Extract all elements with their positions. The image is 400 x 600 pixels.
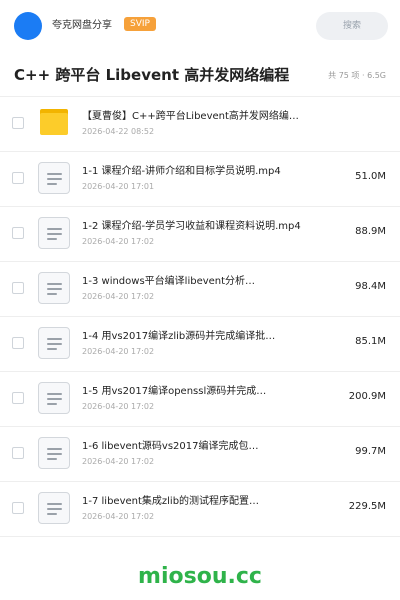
file-row[interactable]: 1-5 用vs2017编译openssl源码并完成… 2026-04-20 17:… <box>0 372 400 427</box>
file-date: 2026-04-20 17:02 <box>82 457 155 466</box>
title-row: C++ 跨平台 Libevent 高并发网络编程 共 75 项 · 6.5G <box>0 52 400 97</box>
file-name[interactable]: 1-3 windows平台编译libevent分析… <box>82 275 322 289</box>
select-checkbox[interactable] <box>12 117 24 129</box>
file-date: 2026-04-22 08:52 <box>82 127 155 136</box>
file-date: 2026-04-20 17:02 <box>82 512 155 521</box>
select-checkbox[interactable] <box>12 502 24 514</box>
file-list: 【夏曹俊】C++跨平台Libevent高并发网络编… 2026-04-22 08:… <box>0 97 400 537</box>
file-size: 85.1M <box>355 336 386 347</box>
file-size: 98.4M <box>355 281 386 292</box>
select-checkbox[interactable] <box>12 337 24 349</box>
document-icon <box>38 272 70 304</box>
item-count-size: 共 75 项 · 6.5G <box>328 71 386 80</box>
file-date: 2026-04-20 17:02 <box>82 292 155 301</box>
file-name[interactable]: 1-7 libevent集成zlib的测试程序配置… <box>82 495 322 509</box>
file-row[interactable]: 1-1 课程介绍-讲师介绍和目标学员说明.mp4 2026-04-20 17:01… <box>0 152 400 207</box>
document-icon <box>38 382 70 414</box>
folder-row[interactable]: 【夏曹俊】C++跨平台Libevent高并发网络编… 2026-04-22 08:… <box>0 97 400 152</box>
document-icon <box>38 327 70 359</box>
file-date: 2026-04-20 17:01 <box>82 182 155 191</box>
file-size: 99.7M <box>355 446 386 457</box>
file-name[interactable]: 1-2 课程介绍-学员学习收益和课程资料说明.mp4 <box>82 220 322 234</box>
select-checkbox[interactable] <box>12 392 24 404</box>
file-size: 51.0M <box>355 171 386 182</box>
search-button[interactable]: 搜索 <box>316 12 388 40</box>
svip-badge: SVIP <box>124 17 156 31</box>
document-icon <box>38 437 70 469</box>
file-row[interactable]: 1-3 windows平台编译libevent分析… 2026-04-20 17:… <box>0 262 400 317</box>
folder-icon <box>40 109 68 135</box>
file-row[interactable]: 1-7 libevent集成zlib的测试程序配置… 2026-04-20 17:… <box>0 482 400 537</box>
file-name[interactable]: 1-6 libevent源码vs2017编译完成包… <box>82 440 322 454</box>
file-name[interactable]: 【夏曹俊】C++跨平台Libevent高并发网络编… <box>82 110 322 124</box>
file-size: 229.5M <box>348 501 386 512</box>
select-checkbox[interactable] <box>12 172 24 184</box>
document-icon <box>38 162 70 194</box>
share-name: 夸克网盘分享 <box>52 20 112 31</box>
top-bar: 夸克网盘分享 SVIP 搜索 <box>0 0 400 52</box>
file-size: 200.9M <box>348 391 386 402</box>
file-date: 2026-04-20 17:02 <box>82 347 155 356</box>
file-row[interactable]: 1-2 课程介绍-学员学习收益和课程资料说明.mp4 2026-04-20 17:… <box>0 207 400 262</box>
select-checkbox[interactable] <box>12 227 24 239</box>
select-checkbox[interactable] <box>12 282 24 294</box>
page-title: C++ 跨平台 Libevent 高并发网络编程 <box>14 66 290 84</box>
file-name[interactable]: 1-1 课程介绍-讲师介绍和目标学员说明.mp4 <box>82 165 322 179</box>
avatar[interactable] <box>14 12 42 40</box>
file-row[interactable]: 1-6 libevent源码vs2017编译完成包… 2026-04-20 17:… <box>0 427 400 482</box>
file-name[interactable]: 1-5 用vs2017编译openssl源码并完成… <box>82 385 322 399</box>
file-row[interactable]: 1-4 用vs2017编译zlib源码并完成编译批… 2026-04-20 17:… <box>0 317 400 372</box>
document-icon <box>38 492 70 524</box>
file-date: 2026-04-20 17:02 <box>82 402 155 411</box>
file-size: 88.9M <box>355 226 386 237</box>
select-checkbox[interactable] <box>12 447 24 459</box>
file-date: 2026-04-20 17:02 <box>82 237 155 246</box>
watermark: miosou.cc <box>138 564 262 589</box>
document-icon <box>38 217 70 249</box>
file-name[interactable]: 1-4 用vs2017编译zlib源码并完成编译批… <box>82 330 322 344</box>
